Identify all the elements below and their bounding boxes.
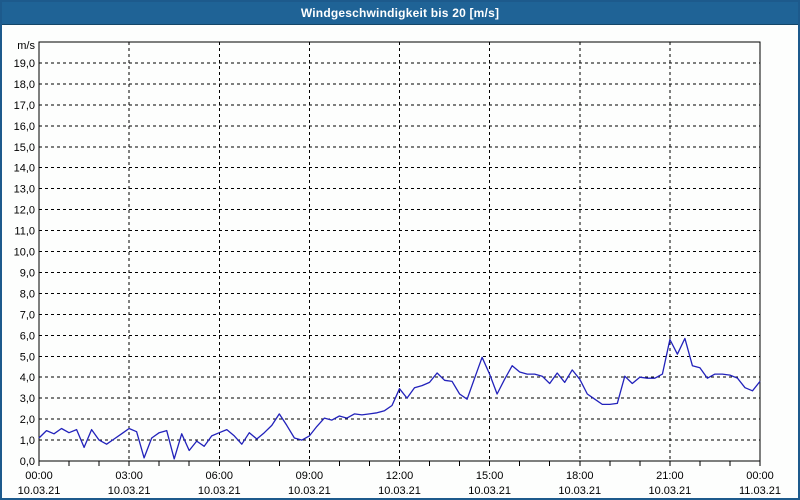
x-tick-time-label: 00:00 bbox=[746, 470, 774, 482]
x-tick-time-label: 09:00 bbox=[296, 470, 324, 482]
x-tick-time-label: 15:00 bbox=[476, 470, 504, 482]
y-tick-label: 0,0 bbox=[20, 456, 35, 468]
y-tick-label: 7,0 bbox=[20, 309, 35, 321]
x-tick-date-label: 10.03.21 bbox=[108, 485, 151, 497]
x-tick-time-label: 18:00 bbox=[566, 470, 594, 482]
y-tick-label: 5,0 bbox=[20, 351, 35, 363]
x-tick-time-label: 03:00 bbox=[115, 470, 143, 482]
x-tick-time-label: 00:00 bbox=[25, 470, 53, 482]
y-tick-label: 2,0 bbox=[20, 414, 35, 426]
x-tick-date-label: 11.03.21 bbox=[739, 485, 781, 497]
y-tick-label: 1,0 bbox=[20, 435, 35, 447]
window-titlebar: Windgeschwindigkeit bis 20 [m/s] bbox=[2, 2, 798, 25]
chart-area: 0,0 1,0 2,0 3,0 4,0 5,0 6,0 7,0 8,0 9,0 10,0 11,0 12… bbox=[2, 25, 798, 498]
y-tick-label: 16,0 bbox=[14, 121, 35, 133]
y-tick-label: 8,0 bbox=[20, 288, 35, 300]
x-tick-date-label: 10.03.21 bbox=[198, 485, 241, 497]
y-axis-labels: 0,0 1,0 2,0 3,0 4,0 5,0 6,0 7,0 8,0 9,0 10,0 11,0 12… bbox=[14, 40, 36, 468]
y-axis-unit-label: m/s bbox=[17, 40, 35, 52]
y-tick-label: 15,0 bbox=[14, 142, 35, 154]
x-tick-date-label: 10.03.21 bbox=[648, 485, 691, 497]
y-tick-label: 6,0 bbox=[20, 330, 35, 342]
x-tick-date-label: 10.03.21 bbox=[558, 485, 601, 497]
y-tick-label: 11,0 bbox=[14, 226, 35, 238]
x-axis-labels: 00:00 10.03.21 03:00 10.03.21 06:00 10.03.21 0… bbox=[18, 470, 781, 497]
x-tick-time-label: 06:00 bbox=[205, 470, 233, 482]
x-tick-date-label: 10.03.21 bbox=[468, 485, 511, 497]
y-tick-label: 14,0 bbox=[14, 163, 35, 175]
x-tick-time-label: 12:00 bbox=[386, 470, 414, 482]
y-tick-label: 10,0 bbox=[14, 247, 35, 259]
grid bbox=[39, 42, 760, 461]
y-tick-label: 4,0 bbox=[20, 372, 35, 384]
y-tick-label: 13,0 bbox=[14, 184, 35, 196]
wind-speed-chart: 0,0 1,0 2,0 3,0 4,0 5,0 6,0 7,0 8,0 9,0 10,0 11,0 12… bbox=[14, 40, 781, 497]
chart-window: Windgeschwindigkeit bis 20 [m/s] 0,0 1,0 2… bbox=[0, 0, 800, 500]
window-title: Windgeschwindigkeit bis 20 [m/s] bbox=[300, 6, 500, 20]
y-tick-label: 19,0 bbox=[14, 58, 35, 70]
y-tick-label: 12,0 bbox=[14, 205, 35, 217]
y-tick-label: 9,0 bbox=[20, 267, 35, 279]
y-tick-label: 3,0 bbox=[20, 393, 35, 405]
x-tick-date-label: 10.03.21 bbox=[18, 485, 61, 497]
y-tick-label: 18,0 bbox=[14, 79, 35, 91]
y-tick-label: 17,0 bbox=[14, 100, 35, 112]
x-tick-date-label: 10.03.21 bbox=[288, 485, 331, 497]
x-tick-date-label: 10.03.21 bbox=[378, 485, 421, 497]
x-tick-time-label: 21:00 bbox=[656, 470, 684, 482]
